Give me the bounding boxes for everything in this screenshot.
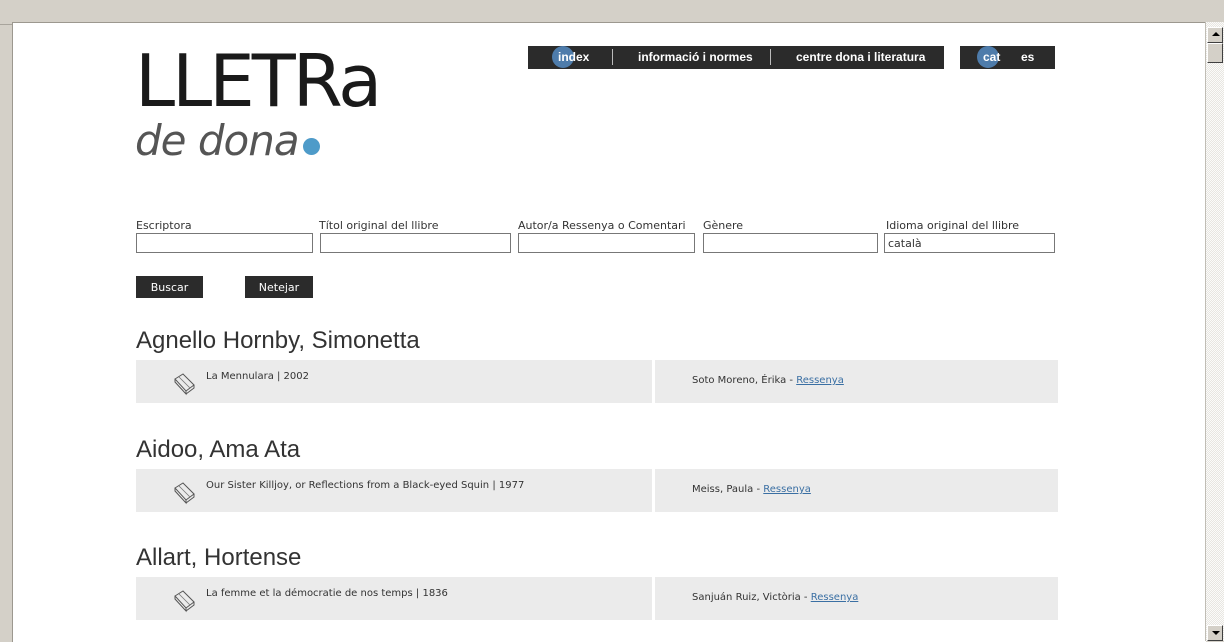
page-viewport: LLETRa de dona index informació i normes… <box>12 22 1206 642</box>
nav-item-informacio[interactable]: informació i normes <box>638 50 753 64</box>
logo-subtitle-text: de dona <box>135 116 300 165</box>
arrow-down-icon <box>1212 631 1220 635</box>
book-title: Our Sister Killjoy, or Reflections from … <box>206 480 525 491</box>
search-button[interactable]: Buscar <box>136 276 203 298</box>
lang-cat[interactable]: cat <box>983 50 1000 64</box>
book-icon <box>174 373 195 396</box>
author-name: Allart, Hortense <box>136 544 302 571</box>
filter-label-escriptora: Escriptora <box>136 219 192 232</box>
review-info: Sanjuán Ruiz, Victòria - Ressenya <box>692 592 858 603</box>
nav-item-index[interactable]: index <box>558 50 589 64</box>
row-divider <box>652 469 655 512</box>
nav-separator <box>770 49 771 65</box>
escriptora-input[interactable] <box>136 233 313 253</box>
nav-item-centre[interactable]: centre dona i literatura <box>796 50 925 64</box>
filter-label-autor: Autor/a Ressenya o Comentari <box>518 219 686 232</box>
site-logo[interactable]: LLETRa de dona <box>135 39 382 163</box>
book-icon <box>174 590 195 613</box>
titol-input[interactable] <box>320 233 511 253</box>
scroll-down-button[interactable] <box>1207 625 1223 641</box>
filter-label-idioma: Idioma original del llibre <box>886 219 1020 232</box>
author-name: Aidoo, Ama Ata <box>136 436 301 463</box>
arrow-up-icon <box>1212 32 1220 36</box>
book-title: La Mennulara | 2002 <box>206 371 309 382</box>
logo-subtitle: de dona <box>135 119 379 163</box>
clear-button[interactable]: Netejar <box>245 276 313 298</box>
book-title: La femme et la démocratie de nos temps |… <box>206 588 448 599</box>
idioma-input[interactable] <box>884 233 1055 253</box>
nav-separator <box>612 49 613 65</box>
row-divider <box>652 577 655 620</box>
logo-dot-icon <box>302 138 320 155</box>
lang-es[interactable]: es <box>1021 50 1034 64</box>
ressenya-link[interactable]: Ressenya <box>811 592 859 603</box>
filter-label-genere: Gènere <box>703 219 744 232</box>
main-nav: index informació i normes centre dona i … <box>528 46 944 69</box>
genere-input[interactable] <box>703 233 878 253</box>
logo-title: LLETRa <box>135 39 382 123</box>
review-info: Soto Moreno, Érika - Ressenya <box>692 375 844 386</box>
result-row: La Mennulara | 2002 Soto Moreno, Érika -… <box>136 360 1058 403</box>
autor-input[interactable] <box>518 233 695 253</box>
reviewer-name: Meiss, Paula - <box>692 484 764 495</box>
row-divider <box>652 360 655 403</box>
result-row: Our Sister Killjoy, or Reflections from … <box>136 469 1058 512</box>
result-row: La femme et la démocratie de nos temps |… <box>136 577 1058 620</box>
author-name: Agnello Hornby, Simonetta <box>136 327 420 354</box>
language-switcher: cat es <box>960 46 1055 69</box>
ressenya-link[interactable]: Ressenya <box>763 484 811 495</box>
filter-label-titol: Títol original del llibre <box>319 219 439 232</box>
vertical-scrollbar[interactable] <box>1205 22 1224 641</box>
scroll-up-button[interactable] <box>1207 27 1223 43</box>
review-info: Meiss, Paula - Ressenya <box>692 484 811 495</box>
book-icon <box>174 482 195 505</box>
reviewer-name: Soto Moreno, Érika - <box>692 375 797 386</box>
scroll-thumb[interactable] <box>1207 43 1223 63</box>
ressenya-link[interactable]: Ressenya <box>796 375 844 386</box>
reviewer-name: Sanjuán Ruiz, Victòria - <box>692 592 811 603</box>
